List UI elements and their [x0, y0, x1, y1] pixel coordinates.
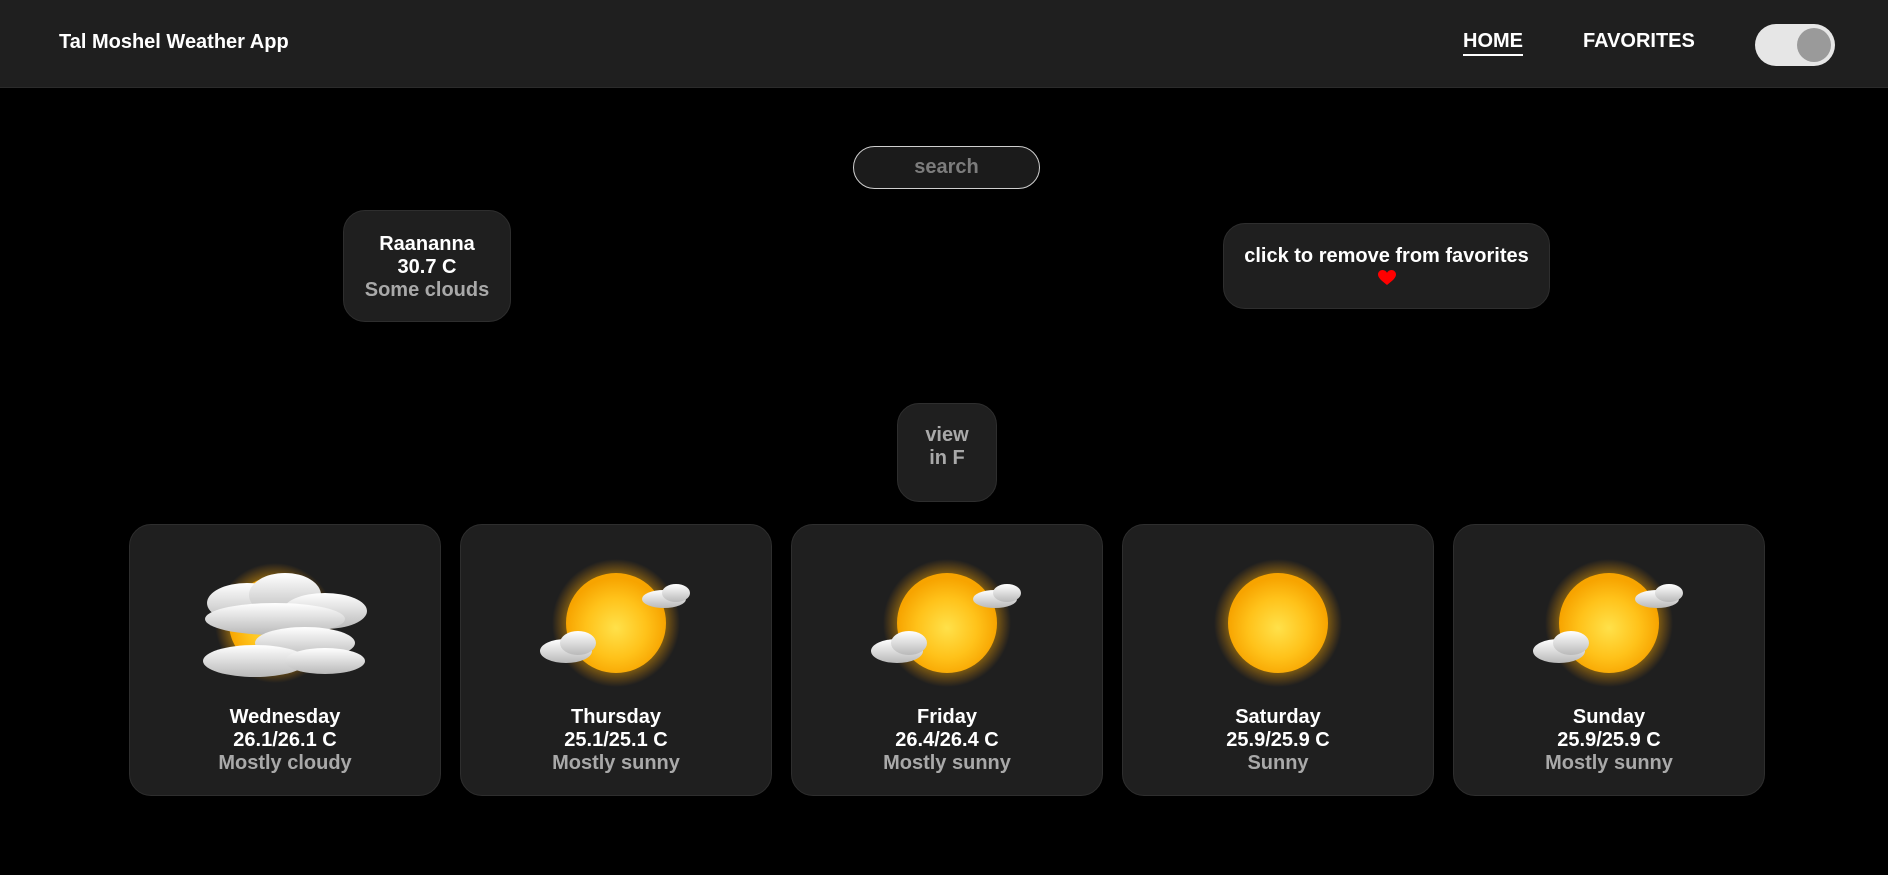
search-input[interactable]: [853, 146, 1040, 189]
forecast-condition: Mostly sunny: [883, 752, 1011, 774]
forecast-card: Wednesday 26.1/26.1 C Mostly cloudy: [129, 524, 441, 796]
forecast-card: Thursday 25.1/25.1 C Mostly sunny: [460, 524, 772, 796]
top-navbar: Tal Moshel Weather App HOME FAVORITES: [0, 0, 1888, 88]
nav-home-link[interactable]: HOME: [1463, 30, 1523, 56]
current-condition: Some clouds: [364, 279, 490, 301]
forecast-card: Sunday 25.9/25.9 C Mostly sunny: [1453, 524, 1765, 796]
unit-button-line-1: view: [925, 424, 969, 446]
theme-toggle[interactable]: [1755, 24, 1835, 66]
remove-favorite-button[interactable]: click to remove from favorites: [1223, 223, 1550, 309]
forecast-condition: Sunny: [1247, 752, 1309, 774]
heart-icon: [1377, 270, 1396, 285]
mostly-cloudy-icon: [203, 563, 367, 683]
current-weather-card: Raananna 30.7 C Some clouds: [343, 210, 511, 322]
mostly-sunny-icon: [1533, 559, 1683, 687]
forecast-temps: 26.1/26.1 C: [233, 729, 337, 751]
forecast-card: Friday 26.4/26.4 C Mostly sunny: [791, 524, 1103, 796]
forecast-temps: 26.4/26.4 C: [895, 729, 999, 751]
forecast-temps: 25.9/25.9 C: [1226, 729, 1330, 751]
forecast-day: Saturday: [1235, 706, 1321, 728]
forecast-day: Friday: [916, 706, 978, 728]
forecast-condition: Mostly sunny: [552, 752, 680, 774]
forecast-card: Saturday 25.9/25.9 C Sunny: [1122, 524, 1434, 796]
forecast-temps: 25.1/25.1 C: [564, 729, 668, 751]
forecast-condition: Mostly sunny: [1545, 752, 1673, 774]
mostly-sunny-icon: [540, 559, 690, 687]
forecast-condition: Mostly cloudy: [218, 752, 352, 774]
forecast-day: Sunday: [1572, 706, 1646, 728]
current-temperature: 30.7 C: [397, 256, 457, 278]
toggle-knob: [1797, 28, 1831, 62]
forecast-row: Wednesday 26.1/26.1 C Mostly cloudy Thur…: [129, 524, 1765, 796]
unit-button-line-2: in F: [929, 447, 965, 469]
forecast-day: Thursday: [570, 706, 662, 728]
remove-favorite-label: click to remove from favorites: [1244, 245, 1529, 267]
nav-favorites-link[interactable]: FAVORITES: [1583, 30, 1695, 53]
sunny-icon: [1214, 559, 1342, 687]
view-in-f-button[interactable]: view in F: [897, 403, 997, 502]
app-title: Tal Moshel Weather App: [59, 31, 289, 53]
forecast-day: Wednesday: [229, 706, 341, 728]
mostly-sunny-icon: [871, 559, 1021, 687]
forecast-temps: 25.9/25.9 C: [1557, 729, 1661, 751]
current-city: Raananna: [379, 233, 475, 255]
